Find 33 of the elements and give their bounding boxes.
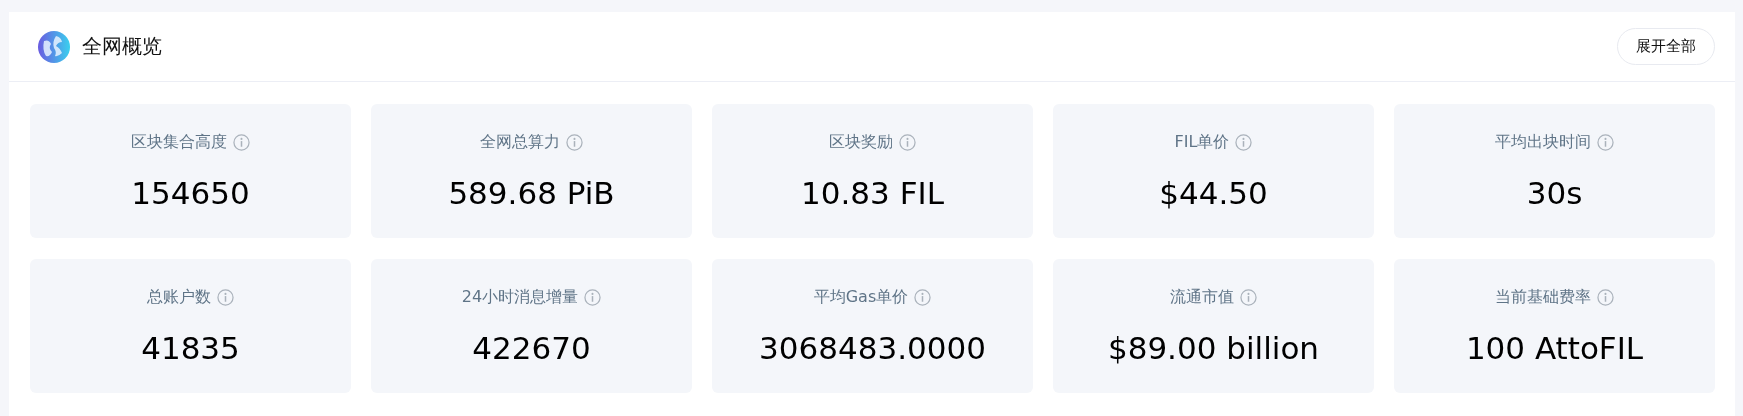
stat-value: 41835 [141, 329, 240, 366]
info-icon[interactable] [899, 133, 916, 151]
info-icon[interactable] [233, 133, 250, 151]
stat-value: $89.00 billion [1107, 329, 1320, 366]
stat-label: 当前基础费率 [1495, 286, 1591, 308]
stat-label: 平均出块时间 [1495, 131, 1591, 153]
stat-label: 流通市值 [1170, 286, 1234, 308]
stat-value: 3068483.0000 [759, 329, 986, 366]
stat-label: 24小时消息增量 [461, 286, 579, 308]
globe-icon [38, 30, 70, 63]
stat-label: 总账户数 [147, 286, 211, 308]
stat-label: 全网总算力 [480, 131, 560, 153]
stat-label: FIL单价 [1174, 131, 1230, 153]
info-icon[interactable] [1597, 133, 1614, 151]
info-icon[interactable] [566, 133, 583, 151]
stat-value: 154650 [131, 174, 250, 211]
expand-all-button[interactable]: 展开全部 [1617, 28, 1715, 65]
stat-value: 30s [1526, 174, 1583, 211]
stat-label: 平均Gas单价 [813, 286, 909, 308]
stat-label: 区块奖励 [829, 131, 893, 153]
stat-value: 100 AttoFIL [1465, 329, 1644, 366]
info-icon[interactable] [1597, 288, 1614, 306]
info-icon[interactable] [584, 288, 602, 306]
info-icon[interactable] [1235, 133, 1253, 151]
stat-value: 589.68 PiB [448, 174, 615, 211]
info-icon[interactable] [1240, 288, 1257, 306]
stat-value: $44.50 [1159, 174, 1268, 211]
info-icon[interactable] [914, 288, 932, 306]
info-icon[interactable] [217, 288, 234, 306]
stat-value: 422670 [472, 329, 591, 366]
stat-label: 区块集合高度 [131, 131, 227, 153]
stat-value: 10.83 FIL [801, 174, 944, 211]
panel-title: 全网概览 [82, 33, 163, 60]
